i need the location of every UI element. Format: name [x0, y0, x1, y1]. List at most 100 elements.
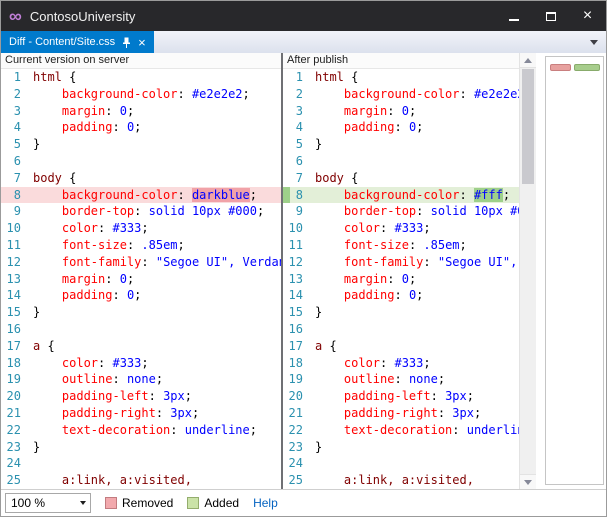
line-number: 10 [1, 220, 33, 237]
left-code[interactable]: 1html {2 background-color: #e2e2e2;3 mar… [1, 69, 281, 489]
line-number: 21 [1, 405, 33, 422]
line-number: 13 [283, 271, 315, 288]
scrollbar-thumb[interactable] [522, 69, 534, 184]
line-number: 15 [1, 304, 33, 321]
code-line: 5} [283, 136, 519, 153]
code-text: body { [33, 170, 76, 187]
line-number: 19 [1, 371, 33, 388]
line-number: 6 [1, 153, 33, 170]
diff-map-mark-added[interactable] [574, 64, 600, 71]
code-text: } [33, 304, 40, 321]
code-text: padding: 0; [315, 119, 423, 136]
code-line: 13 margin: 0; [1, 271, 281, 288]
line-number: 12 [1, 254, 33, 271]
line-number: 1 [283, 69, 315, 86]
minimize-button[interactable] [495, 1, 532, 31]
code-text: html { [33, 69, 76, 86]
legend-removed-label: Removed [122, 496, 173, 510]
code-line: 15} [283, 304, 519, 321]
code-text: } [315, 304, 322, 321]
code-text: font-family: "Segoe UI", Verdana, Helvet… [33, 254, 281, 271]
legend-added: Added [187, 496, 239, 510]
code-text: margin: 0; [33, 271, 134, 288]
diff-map-mark-removed[interactable] [550, 64, 571, 71]
code-line: 3 margin: 0; [1, 103, 281, 120]
code-line: 24 [283, 455, 519, 472]
code-line: 23} [283, 439, 519, 456]
code-text: font-size: .85em; [315, 237, 467, 254]
code-line: 22 text-decoration: underline; [1, 422, 281, 439]
code-line: 9 border-top: solid 10px #000; [1, 203, 281, 220]
code-line: 13 margin: 0; [283, 271, 519, 288]
right-pane-header: After publish [283, 53, 519, 69]
code-line: 20 padding-left: 3px; [283, 388, 519, 405]
vertical-scrollbar[interactable] [519, 53, 536, 489]
tab-close-icon[interactable]: × [138, 36, 146, 49]
line-number: 7 [1, 170, 33, 187]
code-text: color: #333; [315, 220, 431, 237]
help-link[interactable]: Help [253, 496, 278, 510]
right-code[interactable]: 1html {2 background-color: #e2e2e2;3 mar… [283, 69, 519, 489]
code-text: margin: 0; [33, 103, 134, 120]
legend-removed: Removed [105, 496, 173, 510]
code-line: 14 padding: 0; [283, 287, 519, 304]
scroll-down-button[interactable] [520, 474, 536, 489]
line-number: 2 [283, 86, 315, 103]
scroll-down-icon [524, 480, 532, 485]
code-line: 10 color: #333; [283, 220, 519, 237]
code-text: margin: 0; [315, 103, 416, 120]
line-number: 8 [1, 187, 33, 204]
line-number: 4 [283, 119, 315, 136]
line-number: 17 [1, 338, 33, 355]
app-window: ∞ ContosoUniversity × Diff - Content/Sit… [0, 0, 607, 517]
code-line: 19 outline: none; [1, 371, 281, 388]
diff-view: Current version on server 1html {2 backg… [1, 53, 606, 489]
line-number: 12 [283, 254, 315, 271]
pin-icon[interactable] [122, 37, 131, 48]
code-text: padding: 0; [315, 287, 423, 304]
line-number: 11 [1, 237, 33, 254]
code-text: text-decoration: underline; [33, 422, 257, 439]
line-number: 22 [1, 422, 33, 439]
diff-map[interactable] [545, 56, 604, 485]
code-line: 17a { [1, 338, 281, 355]
code-line: 2 background-color: #e2e2e2; [1, 86, 281, 103]
code-line: 23} [1, 439, 281, 456]
code-text: outline: none; [33, 371, 163, 388]
line-number: 17 [283, 338, 315, 355]
line-number: 14 [283, 287, 315, 304]
code-line: 4 padding: 0; [283, 119, 519, 136]
line-number: 14 [1, 287, 33, 304]
code-text: padding: 0; [33, 119, 141, 136]
code-line: 12 font-family: "Segoe UI", Verdana, Hel… [1, 254, 281, 271]
code-text: padding-right: 3px; [33, 405, 199, 422]
line-number: 16 [1, 321, 33, 338]
line-number: 9 [283, 203, 315, 220]
line-number: 7 [283, 170, 315, 187]
maximize-button[interactable] [532, 1, 569, 31]
code-line: 19 outline: none; [283, 371, 519, 388]
code-text: outline: none; [315, 371, 445, 388]
zoom-select[interactable]: 100 % [5, 493, 91, 513]
line-number: 19 [283, 371, 315, 388]
diff-overview-margin [536, 53, 607, 489]
code-text: } [315, 439, 322, 456]
line-number: 18 [1, 355, 33, 372]
code-text: border-top: solid 10px #000; [33, 203, 264, 220]
code-text: a { [33, 338, 55, 355]
code-line: 16 [1, 321, 281, 338]
visual-studio-icon: ∞ [9, 7, 22, 25]
tab-diff-site-css[interactable]: Diff - Content/Site.css × [1, 31, 154, 53]
right-pane: After publish 1html {2 background-color:… [283, 53, 519, 489]
code-line: 2 background-color: #e2e2e2; [283, 86, 519, 103]
code-text: a:link, a:visited, [33, 472, 192, 489]
code-text: color: #333; [33, 220, 149, 237]
scroll-up-button[interactable] [520, 53, 536, 68]
close-icon: × [583, 8, 592, 24]
line-number: 15 [283, 304, 315, 321]
close-button[interactable]: × [569, 1, 606, 31]
window-title: ContosoUniversity [30, 9, 136, 24]
document-list-dropdown-icon[interactable] [590, 40, 598, 45]
line-number: 5 [1, 136, 33, 153]
code-text: padding-left: 3px; [315, 388, 474, 405]
